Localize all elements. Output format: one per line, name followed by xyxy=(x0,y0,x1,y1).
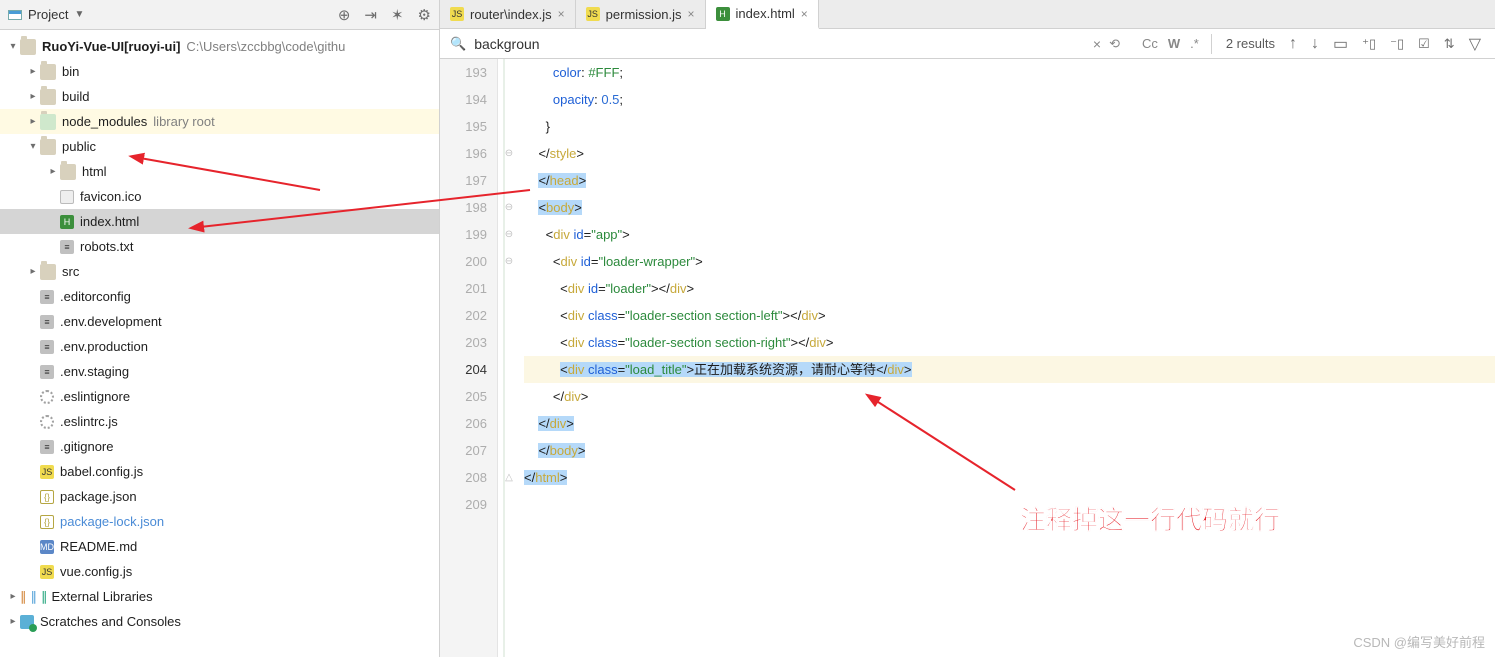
tree-item[interactable]: ▸MDREADME.md xyxy=(0,534,439,559)
tree-item[interactable]: ▸{}package-lock.json xyxy=(0,509,439,534)
close-tab-icon[interactable]: × xyxy=(688,7,695,21)
close-tab-icon[interactable]: × xyxy=(558,7,565,21)
tree-item[interactable]: ▸≡robots.txt xyxy=(0,234,439,259)
filter-icon[interactable]: ▽ xyxy=(1469,34,1481,54)
tree-item[interactable]: ▸build xyxy=(0,84,439,109)
regex-toggle[interactable]: .* xyxy=(1190,36,1199,51)
editor-area: JSrouter\index.js×JSpermission.js×Hindex… xyxy=(440,0,1495,657)
tree-item[interactable]: ▸node_moduleslibrary root xyxy=(0,109,439,134)
next-match-icon[interactable]: ↓ xyxy=(1311,35,1319,53)
whole-word-toggle[interactable]: W xyxy=(1168,36,1180,51)
tree-item[interactable]: ▸html xyxy=(0,159,439,184)
tree-item[interactable]: ▸≡.editorconfig xyxy=(0,284,439,309)
project-title[interactable]: Project xyxy=(28,7,68,22)
project-toolbar: ⊕ ⇥ ✶ ⚙ xyxy=(338,6,431,24)
fold-strip[interactable]: ⊖ ⊖⊖⊖ △ xyxy=(498,59,520,657)
search-results-count: 2 results xyxy=(1226,36,1275,51)
editor-tabs: JSrouter\index.js×JSpermission.js×Hindex… xyxy=(440,0,1495,29)
tree-item[interactable]: ▸≡.env.development xyxy=(0,309,439,334)
search-icon: 🔍 xyxy=(450,36,466,52)
tree-item[interactable]: ▸≡.gitignore xyxy=(0,434,439,459)
find-bar: 🔍 × ⟲ Cc W .* 2 results ↑ ↓ ▭ ⁺▯ ⁻▯ ☑ ⇅ … xyxy=(440,29,1495,59)
target-icon[interactable]: ⊕ xyxy=(338,6,351,24)
search-input[interactable] xyxy=(474,36,1085,52)
code-content[interactable]: color: #FFF; opacity: 0.5; } </style> </… xyxy=(520,59,1495,657)
editor-tab[interactable]: Hindex.html× xyxy=(706,0,819,29)
tree-item[interactable]: ▸bin xyxy=(0,59,439,84)
external-libraries[interactable]: ▸∥∥∥ External Libraries xyxy=(0,584,439,609)
tree-item[interactable]: ▸favicon.ico xyxy=(0,184,439,209)
project-icon xyxy=(8,10,22,20)
tree-item[interactable]: ▸src xyxy=(0,259,439,284)
remove-selection-icon[interactable]: ⁻▯ xyxy=(1390,36,1404,52)
tree-item[interactable]: ▸JSvue.config.js xyxy=(0,559,439,584)
project-tree[interactable]: ▾RuoYi-Vue-UI [ruoyi-ui]C:\Users\zccbbg\… xyxy=(0,30,439,657)
tree-item[interactable]: ▸.eslintrc.js xyxy=(0,409,439,434)
collapse-icon[interactable]: ✶ xyxy=(391,6,404,24)
tree-item[interactable]: ▸≡.env.staging xyxy=(0,359,439,384)
tree-root[interactable]: ▾RuoYi-Vue-UI [ruoyi-ui]C:\Users\zccbbg\… xyxy=(0,34,439,59)
match-case-toggle[interactable]: Cc xyxy=(1142,36,1158,51)
annotation-text: 注释掉这一行代码就行 xyxy=(1020,500,1280,537)
close-tab-icon[interactable]: × xyxy=(801,7,808,21)
tree-item[interactable]: ▸Hindex.html xyxy=(0,209,439,234)
editor-tab[interactable]: JSpermission.js× xyxy=(576,0,706,28)
chevron-down-icon[interactable]: ▼ xyxy=(74,9,84,20)
search-history-icon[interactable]: ⟲ xyxy=(1109,36,1120,52)
tree-item[interactable]: ▾public xyxy=(0,134,439,159)
clear-search-icon[interactable]: × xyxy=(1093,36,1101,52)
sort-icon[interactable]: ⇅ xyxy=(1444,36,1455,52)
tree-item[interactable]: ▸{}package.json xyxy=(0,484,439,509)
watermark: CSDN @编写美好前程 xyxy=(1353,632,1485,651)
prev-match-icon[interactable]: ↑ xyxy=(1289,35,1297,53)
toggle-selection-icon[interactable]: ☑ xyxy=(1418,36,1430,52)
tree-item[interactable]: ▸JSbabel.config.js xyxy=(0,459,439,484)
editor-tab[interactable]: JSrouter\index.js× xyxy=(440,0,576,28)
add-selection-icon[interactable]: ⁺▯ xyxy=(1362,36,1376,52)
project-panel: Project ▼ ⊕ ⇥ ✶ ⚙ ▾RuoYi-Vue-UI [ruoyi-u… xyxy=(0,0,440,657)
expand-icon[interactable]: ⇥ xyxy=(364,6,377,24)
code-editor[interactable]: 1931941951961971981992002012022032042052… xyxy=(440,59,1495,657)
select-all-icon[interactable]: ▭ xyxy=(1333,34,1348,54)
gear-icon[interactable]: ⚙ xyxy=(418,6,431,24)
project-panel-header: Project ▼ ⊕ ⇥ ✶ ⚙ xyxy=(0,0,439,30)
tree-item[interactable]: ▸≡.env.production xyxy=(0,334,439,359)
scratches-consoles[interactable]: ▸Scratches and Consoles xyxy=(0,609,439,634)
tree-item[interactable]: ▸.eslintignore xyxy=(0,384,439,409)
line-gutter: 1931941951961971981992002012022032042052… xyxy=(440,59,498,657)
